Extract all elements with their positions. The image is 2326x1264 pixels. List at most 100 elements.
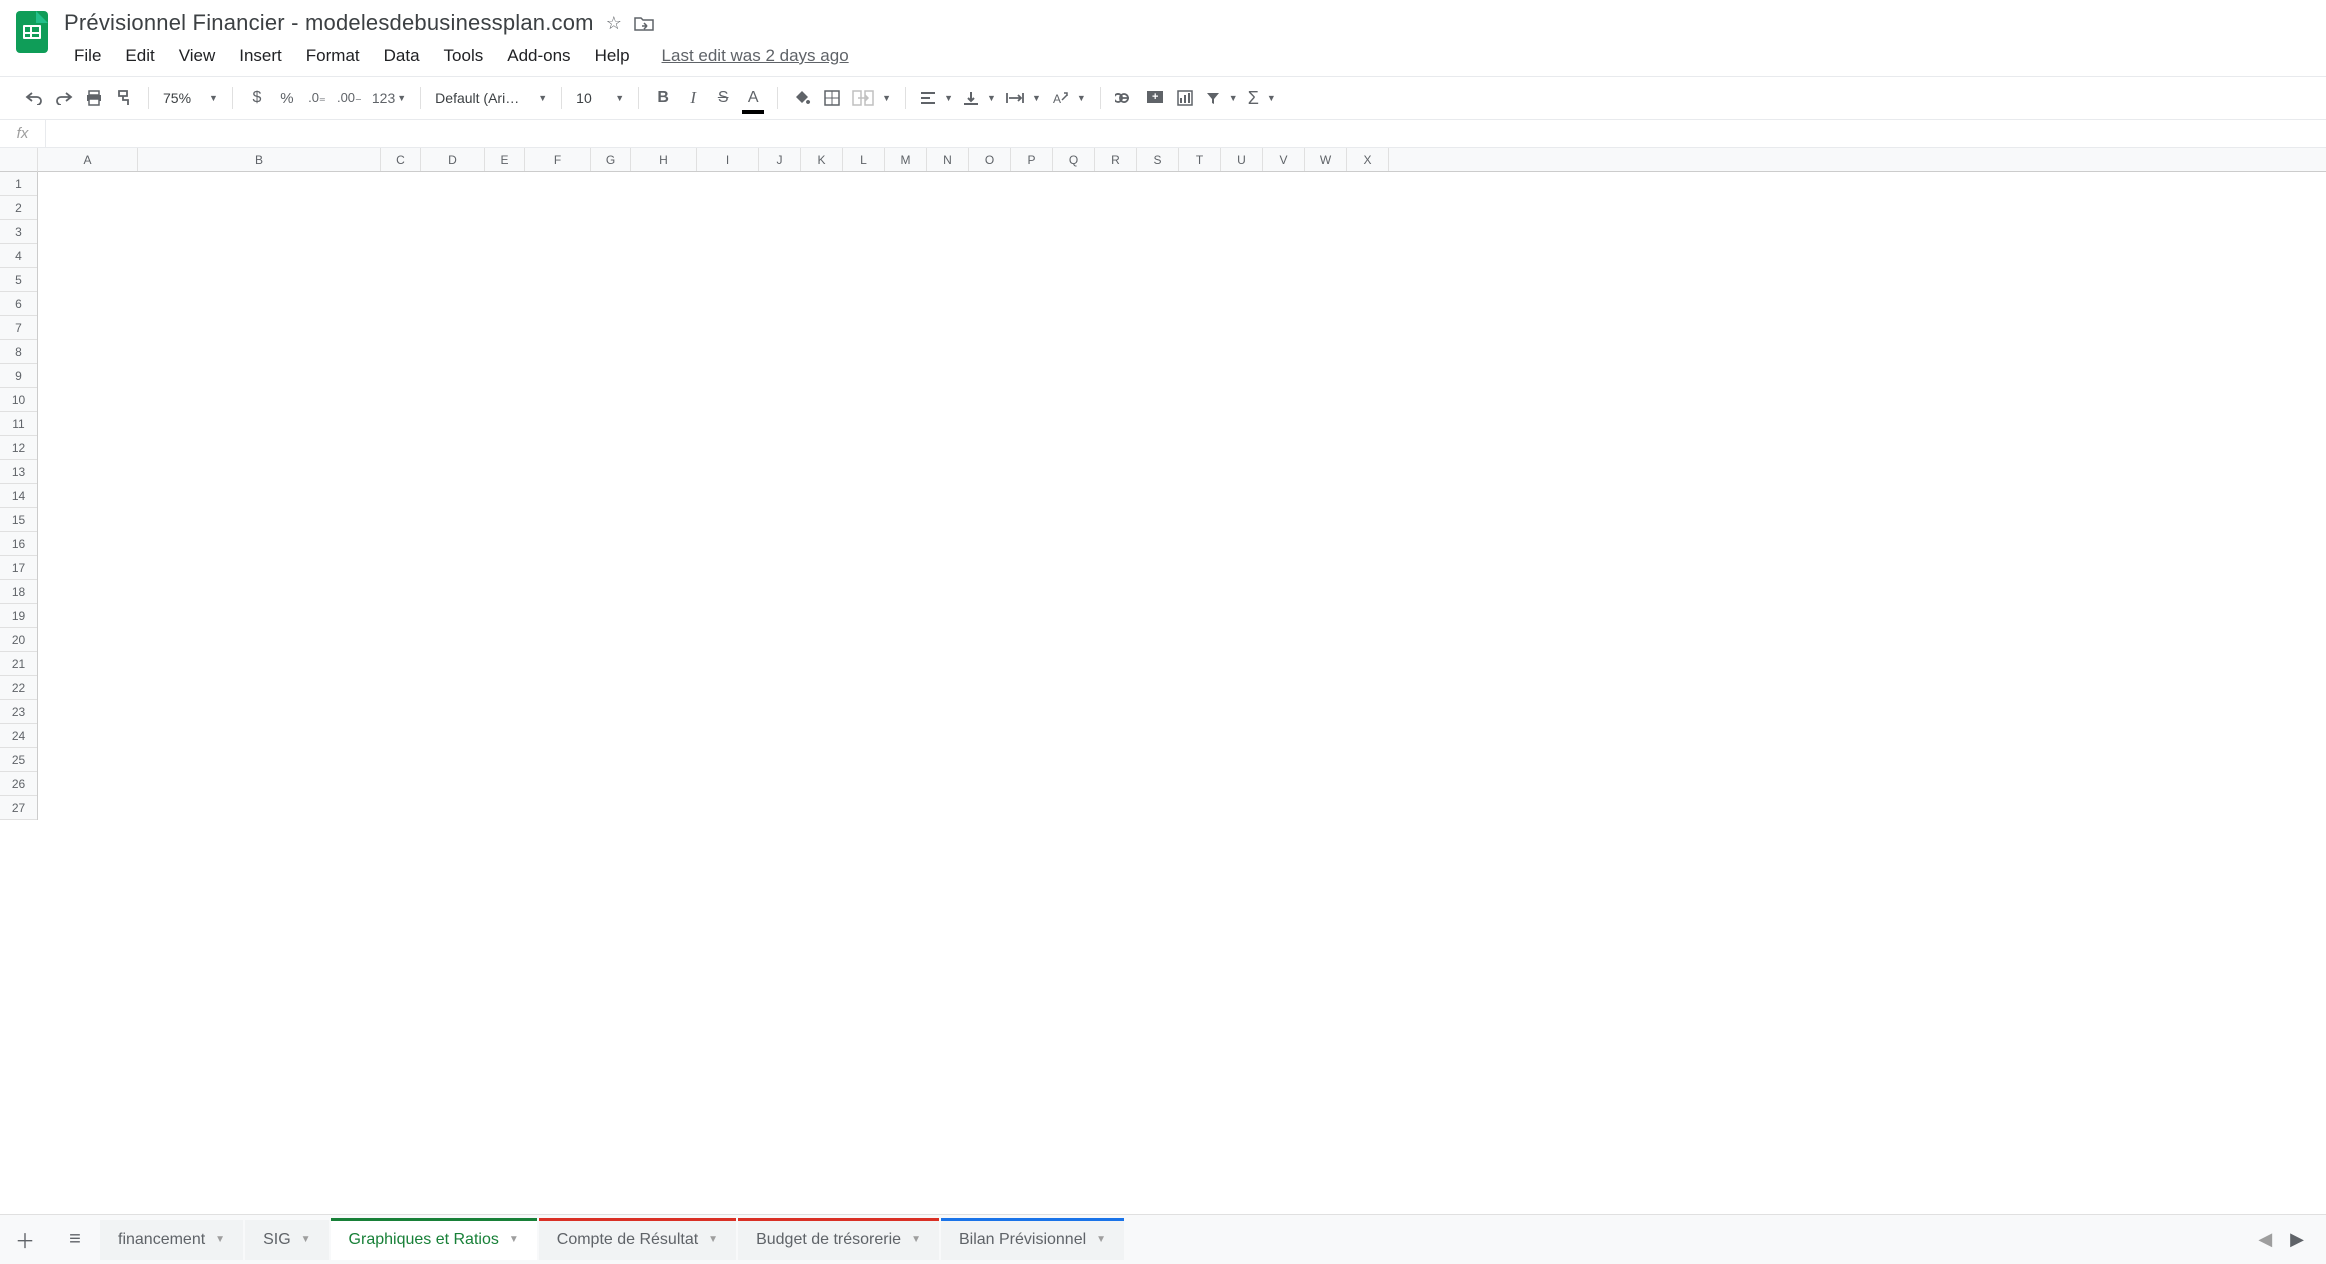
menu-file[interactable]: File — [64, 42, 111, 70]
insert-comment-icon[interactable]: + — [1141, 84, 1169, 112]
column-header[interactable]: C — [381, 148, 421, 171]
tabs-scroll-left-icon[interactable]: ◀ — [2258, 1229, 2272, 1250]
zoom-select[interactable]: 75%▼ — [159, 90, 222, 106]
menu-edit[interactable]: Edit — [115, 42, 164, 70]
row-header[interactable]: 14 — [0, 484, 37, 508]
row-header[interactable]: 17 — [0, 556, 37, 580]
row-header[interactable]: 22 — [0, 676, 37, 700]
move-folder-icon[interactable] — [634, 15, 654, 31]
row-header[interactable]: 23 — [0, 700, 37, 724]
sheet-tab[interactable]: financement▼ — [100, 1220, 243, 1260]
italic-icon[interactable]: I — [679, 84, 707, 112]
row-header[interactable]: 1 — [0, 172, 37, 196]
row-headers[interactable]: 1234567891011121314151617181920212223242… — [0, 172, 38, 820]
sheet-tab[interactable]: Compte de Résultat▼ — [539, 1220, 736, 1260]
sheets-logo[interactable] — [14, 8, 50, 56]
undo-icon[interactable] — [20, 84, 48, 112]
add-sheet-button[interactable]: ＋ — [0, 1225, 50, 1254]
text-rotation-icon[interactable]: A▼ — [1047, 84, 1090, 112]
column-header[interactable]: G — [591, 148, 631, 171]
menu-data[interactable]: Data — [374, 42, 430, 70]
row-header[interactable]: 9 — [0, 364, 37, 388]
row-header[interactable]: 16 — [0, 532, 37, 556]
v-align-icon[interactable]: ▼ — [959, 84, 1000, 112]
redo-icon[interactable] — [50, 84, 78, 112]
menu-tools[interactable]: Tools — [434, 42, 494, 70]
more-formats-icon[interactable]: 123▼ — [368, 84, 410, 112]
text-color-icon[interactable]: A — [739, 84, 767, 112]
sheet-tab[interactable]: Budget de trésorerie▼ — [738, 1220, 939, 1260]
column-header[interactable]: S — [1137, 148, 1179, 171]
row-header[interactable]: 4 — [0, 244, 37, 268]
row-header[interactable]: 3 — [0, 220, 37, 244]
row-header[interactable]: 5 — [0, 268, 37, 292]
last-edit-link[interactable]: Last edit was 2 days ago — [652, 42, 859, 70]
column-header[interactable]: T — [1179, 148, 1221, 171]
select-all-corner[interactable] — [0, 148, 38, 172]
column-header[interactable]: R — [1095, 148, 1137, 171]
column-header[interactable]: W — [1305, 148, 1347, 171]
decrease-decimal-icon[interactable]: .0₌ — [303, 84, 331, 112]
row-header[interactable]: 2 — [0, 196, 37, 220]
column-header[interactable]: B — [138, 148, 381, 171]
increase-decimal-icon[interactable]: .00₋ — [333, 84, 366, 112]
row-header[interactable]: 15 — [0, 508, 37, 532]
row-header[interactable]: 6 — [0, 292, 37, 316]
column-header[interactable]: M — [885, 148, 927, 171]
h-align-icon[interactable]: ▼ — [916, 84, 957, 112]
print-icon[interactable] — [80, 84, 108, 112]
merge-cells-icon[interactable]: ▼ — [848, 84, 895, 112]
row-header[interactable]: 20 — [0, 628, 37, 652]
column-headers[interactable]: ABCDEFGHIJKLMNOPQRSTUVWX — [38, 148, 2326, 172]
row-header[interactable]: 26 — [0, 772, 37, 796]
row-header[interactable]: 18 — [0, 580, 37, 604]
percent-icon[interactable]: % — [273, 84, 301, 112]
borders-icon[interactable] — [818, 84, 846, 112]
row-header[interactable]: 11 — [0, 412, 37, 436]
column-header[interactable]: Q — [1053, 148, 1095, 171]
sheet-tab[interactable]: Bilan Prévisionnel▼ — [941, 1220, 1124, 1260]
row-header[interactable]: 8 — [0, 340, 37, 364]
formula-input[interactable] — [46, 120, 2326, 147]
column-header[interactable]: O — [969, 148, 1011, 171]
row-header[interactable]: 12 — [0, 436, 37, 460]
row-header[interactable]: 21 — [0, 652, 37, 676]
paint-format-icon[interactable] — [110, 84, 138, 112]
strikethrough-icon[interactable]: S — [709, 84, 737, 112]
menu-format[interactable]: Format — [296, 42, 370, 70]
menu-addons[interactable]: Add-ons — [497, 42, 580, 70]
insert-link-icon[interactable] — [1111, 84, 1139, 112]
row-header[interactable]: 13 — [0, 460, 37, 484]
column-header[interactable]: U — [1221, 148, 1263, 171]
column-header[interactable]: V — [1263, 148, 1305, 171]
row-header[interactable]: 25 — [0, 748, 37, 772]
column-header[interactable]: F — [525, 148, 591, 171]
row-header[interactable]: 24 — [0, 724, 37, 748]
column-header[interactable]: L — [843, 148, 885, 171]
column-header[interactable]: H — [631, 148, 697, 171]
row-header[interactable]: 10 — [0, 388, 37, 412]
column-header[interactable]: A — [38, 148, 138, 171]
column-header[interactable]: N — [927, 148, 969, 171]
menu-help[interactable]: Help — [585, 42, 640, 70]
text-wrap-icon[interactable]: ▼ — [1002, 84, 1045, 112]
sheet-tab[interactable]: SIG▼ — [245, 1220, 328, 1260]
column-header[interactable]: I — [697, 148, 759, 171]
functions-icon[interactable]: Σ▼ — [1244, 84, 1280, 112]
document-title[interactable]: Prévisionnel Financier - modelesdebusine… — [64, 10, 594, 36]
row-header[interactable]: 7 — [0, 316, 37, 340]
insert-chart-icon[interactable] — [1171, 84, 1199, 112]
menu-insert[interactable]: Insert — [229, 42, 292, 70]
tabs-scroll-right-icon[interactable]: ▶ — [2290, 1229, 2304, 1250]
bold-icon[interactable]: B — [649, 84, 677, 112]
currency-icon[interactable]: $ — [243, 84, 271, 112]
menu-view[interactable]: View — [169, 42, 226, 70]
fill-color-icon[interactable] — [788, 84, 816, 112]
column-header[interactable]: P — [1011, 148, 1053, 171]
column-header[interactable]: X — [1347, 148, 1389, 171]
column-header[interactable]: D — [421, 148, 485, 171]
sheet-tab[interactable]: Graphiques et Ratios▼ — [331, 1220, 537, 1260]
star-icon[interactable]: ☆ — [606, 13, 622, 34]
column-header[interactable]: K — [801, 148, 843, 171]
font-size-select[interactable]: 10▼ — [572, 90, 628, 106]
